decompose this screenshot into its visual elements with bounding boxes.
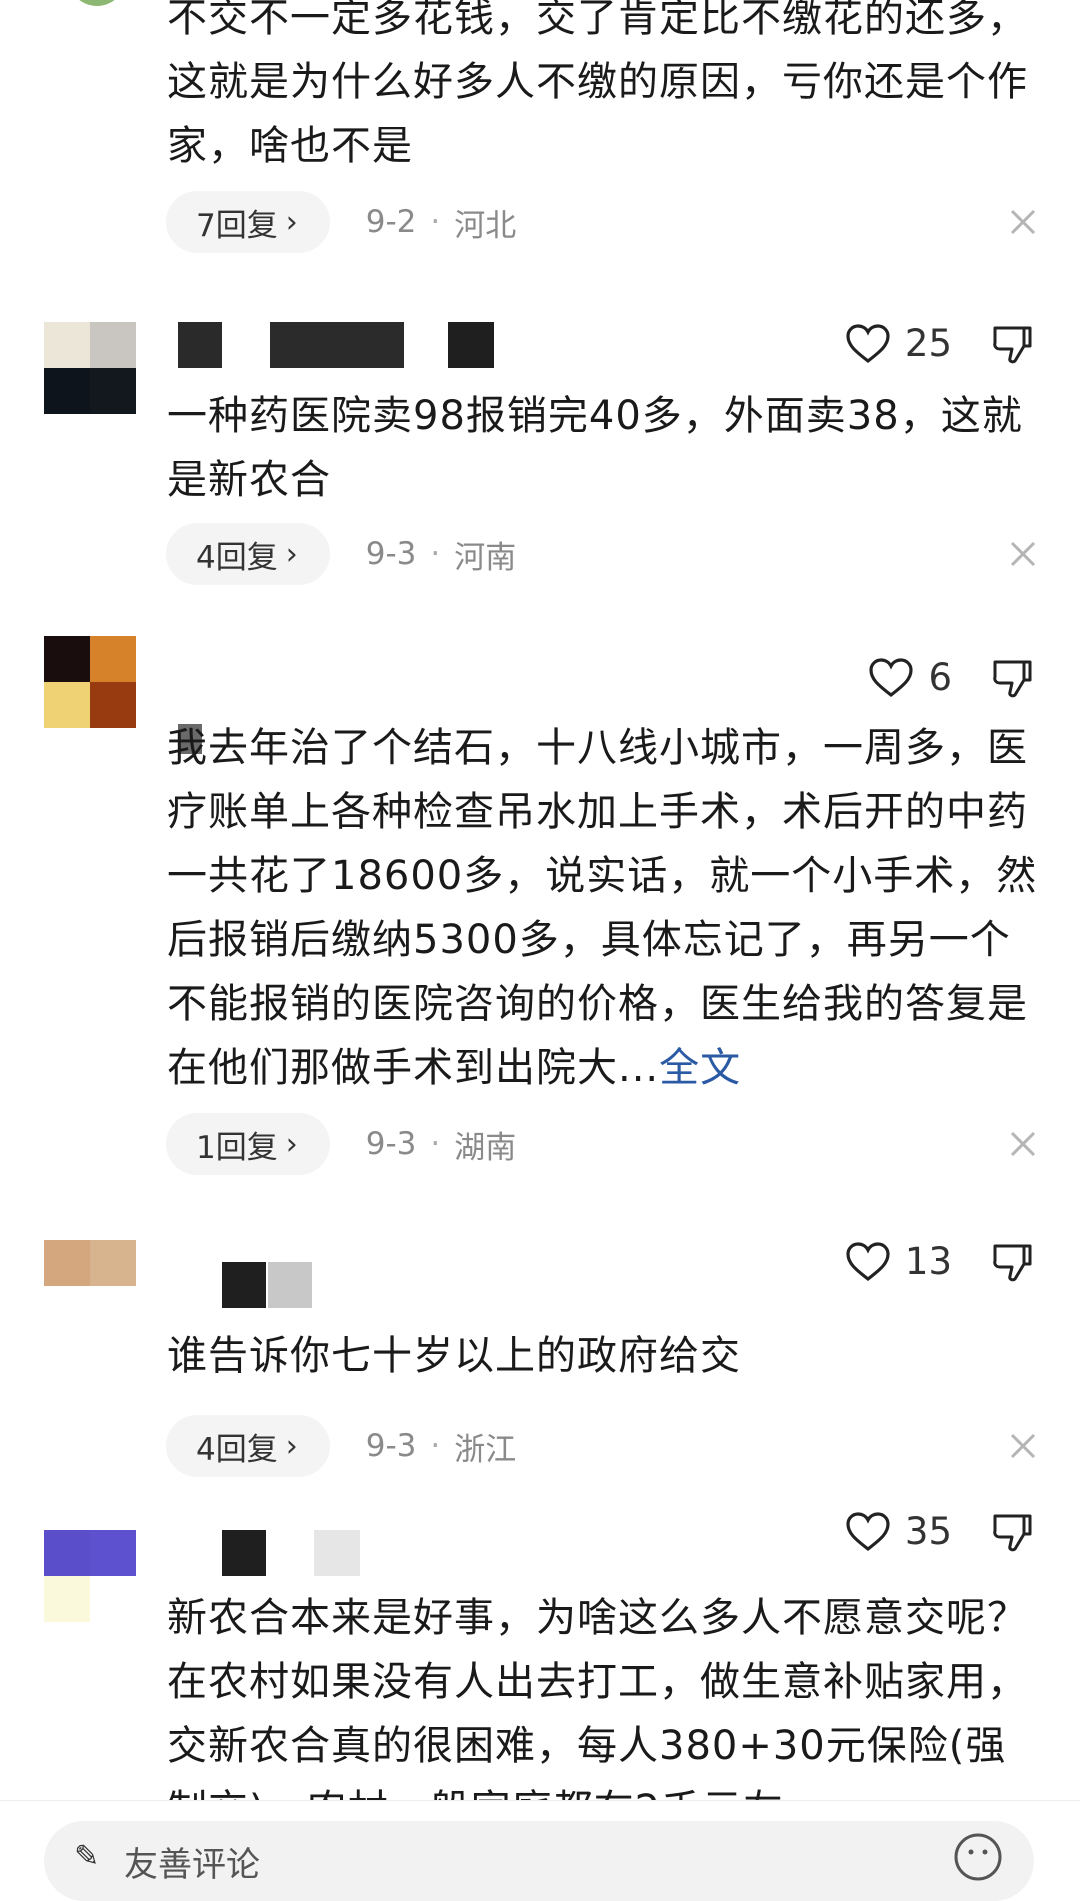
avatar[interactable] xyxy=(68,0,126,6)
comment-meta: 4回复 › 9-3 · 河南 xyxy=(166,522,516,586)
thumbs-down-icon[interactable] xyxy=(990,1510,1034,1554)
avatar[interactable] xyxy=(44,1240,136,1332)
like-count: 35 xyxy=(904,1510,952,1553)
comment-input[interactable]: ✎ 友善评论 xyxy=(44,1821,1034,1901)
comment-text-body: 我去年治了个结石，十八线小城市，一周多，医疗账单上各种检查吊水加上手术，术后开的… xyxy=(167,725,1038,1091)
comment-input-bar: ✎ 友善评论 xyxy=(0,1800,1080,1901)
redaction-block xyxy=(178,322,222,368)
comment-meta: 7回复 › 9-2 · 河北 xyxy=(166,190,516,254)
avatar-segment xyxy=(44,1286,90,1332)
avatar-segment xyxy=(90,1286,136,1332)
like-button[interactable]: 6 xyxy=(868,656,952,699)
close-icon[interactable] xyxy=(1006,205,1040,239)
redaction-block xyxy=(314,1530,360,1576)
thumbs-down-icon[interactable] xyxy=(990,322,1034,366)
reply-count-label: 7回复 xyxy=(196,207,278,244)
redaction-block xyxy=(270,322,404,368)
chevron-right-icon: › xyxy=(285,204,298,240)
chevron-right-icon: › xyxy=(285,1428,298,1464)
avatar-segment xyxy=(44,1240,90,1286)
chevron-right-icon: › xyxy=(285,536,298,572)
comment-location: 浙江 xyxy=(454,1431,517,1468)
close-icon[interactable] xyxy=(1006,537,1040,571)
separator-dot: · xyxy=(430,536,441,572)
reply-count-button[interactable]: 7回复 › xyxy=(166,191,330,253)
avatar-segment xyxy=(44,368,90,414)
reply-count-label: 1回复 xyxy=(196,1129,278,1166)
like-count: 13 xyxy=(904,1240,952,1283)
heart-outline-icon xyxy=(846,1511,890,1551)
avatar[interactable] xyxy=(44,636,136,728)
redaction-block xyxy=(222,1262,266,1308)
separator-dot: · xyxy=(430,1428,441,1464)
comment-date: 9-2 xyxy=(365,204,417,240)
avatar-segment xyxy=(44,1530,90,1576)
chevron-right-icon: › xyxy=(285,1126,298,1162)
comment-location: 河南 xyxy=(454,539,517,576)
avatar[interactable] xyxy=(44,1530,136,1622)
reply-count-button[interactable]: 1回复 › xyxy=(166,1113,330,1175)
avatar-segment xyxy=(90,1576,136,1622)
comment-text: 我去年治了个结石，十八线小城市，一周多，医疗账单上各种检查吊水加上手术，术后开的… xyxy=(167,716,1047,1100)
username-redacted[interactable] xyxy=(170,1530,370,1576)
avatar-segment xyxy=(90,1530,136,1576)
heart-outline-icon xyxy=(869,657,914,697)
thumbs-down-icon[interactable] xyxy=(990,1240,1034,1284)
comment-date: 9-3 xyxy=(365,536,417,572)
username-redacted[interactable] xyxy=(170,322,500,368)
like-button[interactable]: 35 xyxy=(845,1510,952,1553)
like-count: 6 xyxy=(928,656,952,699)
like-count: 25 xyxy=(904,322,952,365)
avatar-segment xyxy=(44,636,90,682)
like-button[interactable]: 25 xyxy=(845,322,952,365)
heart-outline-icon xyxy=(846,323,890,363)
avatar[interactable] xyxy=(44,322,136,414)
reply-count-label: 4回复 xyxy=(196,539,278,576)
comment-meta: 4回复 › 9-3 · 浙江 xyxy=(166,1414,516,1478)
avatar-segment xyxy=(90,368,136,414)
close-icon[interactable] xyxy=(1006,1429,1040,1463)
reply-count-label: 4回复 xyxy=(196,1431,278,1468)
comment-meta: 1回复 › 9-3 · 湖南 xyxy=(166,1112,516,1176)
comment-location: 湖南 xyxy=(454,1129,517,1166)
comment-text: 不交不一定多花钱，交了肯定比不缴花的还多，这就是为什么好多人不缴的原因，亏你还是… xyxy=(167,0,1028,169)
comment-date: 9-3 xyxy=(365,1126,417,1162)
avatar-segment xyxy=(44,1576,90,1622)
avatar-segment xyxy=(90,636,136,682)
separator-dot: · xyxy=(430,204,441,240)
avatar-segment xyxy=(90,682,136,728)
like-button[interactable]: 13 xyxy=(845,1240,952,1283)
pen-icon: ✎ xyxy=(74,1839,100,1874)
redaction-block xyxy=(448,322,494,368)
redaction-block xyxy=(222,1530,266,1576)
avatar-segment xyxy=(44,322,90,368)
comment-text: 一种药医院卖98报销完40多，外面卖38，这就是新农合 xyxy=(167,393,1023,503)
avatar-segment xyxy=(44,682,90,728)
close-icon[interactable] xyxy=(1006,1127,1040,1161)
reply-count-button[interactable]: 4回复 › xyxy=(166,523,330,585)
username-redacted[interactable] xyxy=(170,1262,312,1308)
comment-text: 谁告诉你七十岁以上的政府给交 xyxy=(167,1333,741,1379)
separator-dot: · xyxy=(430,1126,441,1162)
comment-date: 9-3 xyxy=(365,1428,417,1464)
emoji-icon[interactable] xyxy=(952,1831,1004,1883)
reply-count-button[interactable]: 4回复 › xyxy=(166,1415,330,1477)
thumbs-down-icon[interactable] xyxy=(990,656,1034,700)
heart-outline-icon xyxy=(846,1241,890,1281)
expand-full-text-link[interactable]: 全文 xyxy=(659,1045,741,1091)
comment-location: 河北 xyxy=(454,207,517,244)
avatar-segment xyxy=(90,1240,136,1286)
comment-input-placeholder: 友善评论 xyxy=(124,1845,260,1885)
redaction-block xyxy=(268,1262,312,1308)
avatar-segment xyxy=(90,322,136,368)
